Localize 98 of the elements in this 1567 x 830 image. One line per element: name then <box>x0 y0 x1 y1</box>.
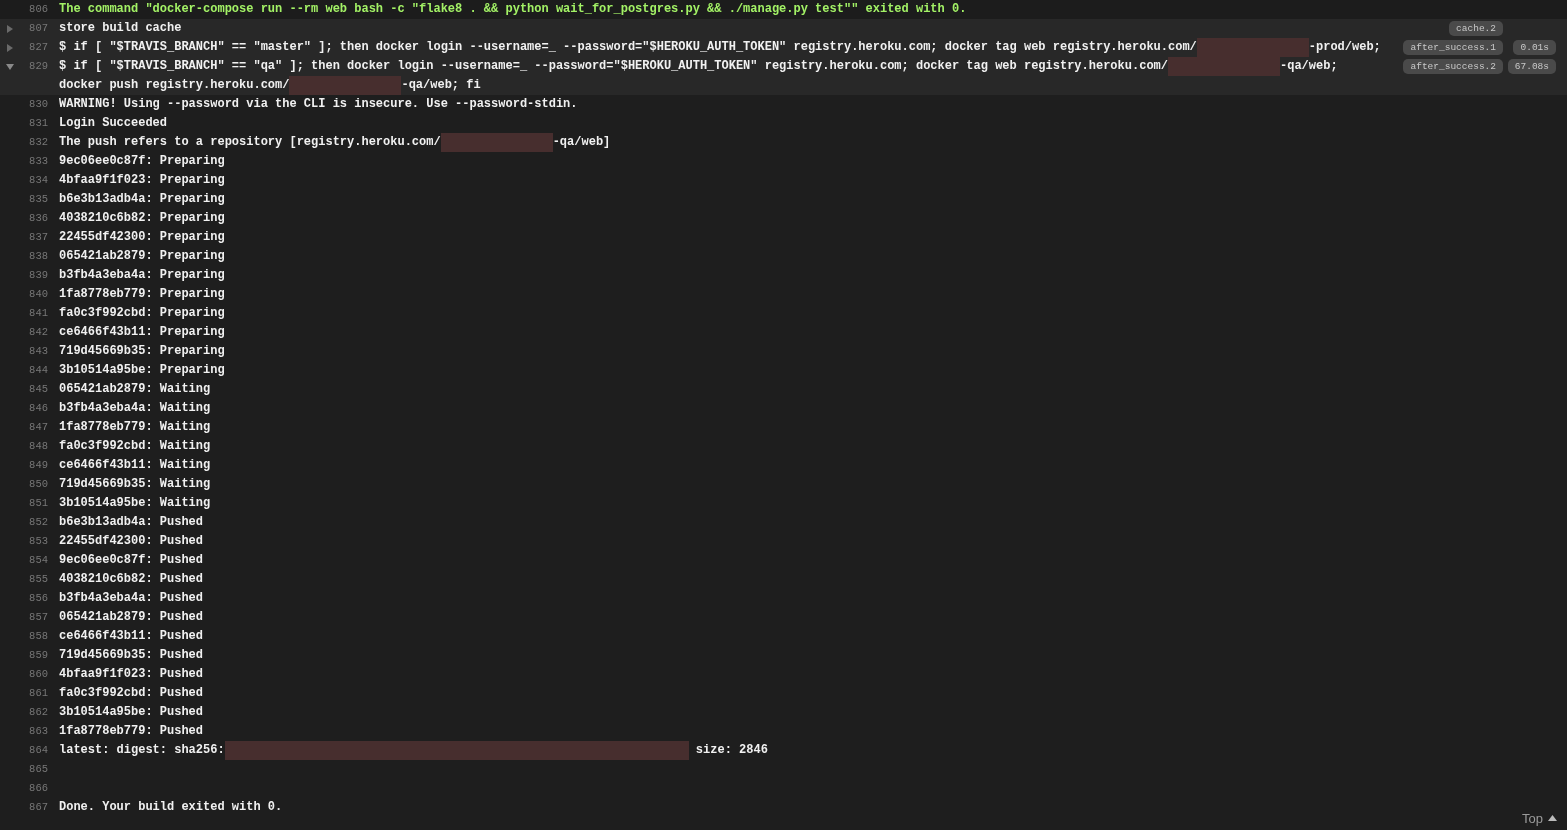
line-number[interactable]: 847 <box>14 418 48 437</box>
log-text: b6e3b13adb4a: Preparing <box>59 192 225 206</box>
stage-tag: after_success.2 <box>1403 59 1503 74</box>
duration-tag: 0.01s <box>1513 40 1556 55</box>
log-text: fa0c3f992cbd: Waiting <box>59 439 211 453</box>
caret-up-icon <box>1548 815 1557 822</box>
log-text: b6e3b13adb4a: Pushed <box>59 515 204 529</box>
log-text: size: 2846 <box>694 743 768 757</box>
line-number[interactable]: 839 <box>14 266 48 285</box>
log-text: fa0c3f992cbd: Preparing <box>59 306 225 320</box>
log-text: ce6466f43b11: Pushed <box>59 629 204 643</box>
stage-tag: after_success.1 <box>1403 40 1503 55</box>
log-text: WARNING! Using --password via the CLI is insecure. Use --password-stdin. <box>59 97 578 111</box>
line-number[interactable]: 861 <box>14 684 48 703</box>
log-text: 22455df42300: Preparing <box>59 230 225 244</box>
line-number[interactable]: 862 <box>14 703 48 722</box>
caret-right-icon[interactable] <box>6 24 14 33</box>
line-number[interactable]: 806 <box>14 0 48 19</box>
log-text: 4038210c6b82: Pushed <box>59 572 204 586</box>
line-number[interactable]: 833 <box>14 152 48 171</box>
caret-down-icon[interactable] <box>6 62 14 71</box>
line-number[interactable]: 842 <box>14 323 48 342</box>
log-text: 3b10514a95be: Pushed <box>59 705 204 719</box>
line-number[interactable]: 807 <box>14 19 48 38</box>
line-number[interactable]: 838 <box>14 247 48 266</box>
log-text: ce6466f43b11: Waiting <box>59 458 211 472</box>
log-text: -qa/web; fi <box>401 78 481 92</box>
log-text: latest: digest: sha256: <box>59 743 225 757</box>
log-text: 065421ab2879: Pushed <box>59 610 204 624</box>
line-number[interactable]: 830 <box>14 95 48 114</box>
line-number[interactable]: 857 <box>14 608 48 627</box>
line-number[interactable]: 867 <box>14 798 48 817</box>
log-text: b3fb4a3eba4a: Waiting <box>59 401 211 415</box>
log-text: The push refers to a repository [registry.heroku.com/ <box>59 135 441 149</box>
line-number[interactable]: 850 <box>14 475 48 494</box>
log-text: 3b10514a95be: Preparing <box>59 363 225 377</box>
log-text: 3b10514a95be: Waiting <box>59 496 211 510</box>
log-text: -qa/web; <box>1280 59 1339 73</box>
log-text: $ if [ "$TRAVIS_BRANCH" == "master" ]; then docker login --username=_ --password="$HEROKU_AUTH_TOKEN" registry.heroku.com; docker tag web registry.heroku.com/ <box>59 40 1197 54</box>
line-number[interactable]: 855 <box>14 570 48 589</box>
log-text: -qa/web] <box>552 135 611 149</box>
log-text: 1fa8778eb779: Waiting <box>59 420 211 434</box>
log-text: docker push registry.heroku.com/ <box>59 78 290 92</box>
top-link[interactable]: Top <box>1522 808 1557 828</box>
log-text: 4bfaa9f1f023: Preparing <box>59 173 225 187</box>
log-text: fa0c3f992cbd: Pushed <box>59 686 204 700</box>
log-text: 719d45669b35: Waiting <box>59 477 211 491</box>
line-number[interactable]: 863 <box>14 722 48 741</box>
line-number[interactable]: 859 <box>14 646 48 665</box>
line-number[interactable]: 840 <box>14 285 48 304</box>
line-number[interactable]: 841 <box>14 304 48 323</box>
line-number[interactable]: 832 <box>14 133 48 152</box>
line-number[interactable]: 849 <box>14 456 48 475</box>
log-text: 065421ab2879: Preparing <box>59 249 225 263</box>
line-number[interactable]: 866 <box>14 779 48 798</box>
log-text: 22455df42300: Pushed <box>59 534 204 548</box>
line-number[interactable]: 836 <box>14 209 48 228</box>
log-text: 1fa8778eb779: Preparing <box>59 287 225 301</box>
line-number[interactable]: 845 <box>14 380 48 399</box>
line-number[interactable]: 852 <box>14 513 48 532</box>
line-number[interactable]: 835 <box>14 190 48 209</box>
line-number[interactable]: 844 <box>14 361 48 380</box>
line-number[interactable]: 829 <box>14 57 48 76</box>
line-number[interactable]: 843 <box>14 342 48 361</box>
line-number[interactable]: 831 <box>14 114 48 133</box>
line-number[interactable]: 856 <box>14 589 48 608</box>
stage-tag: cache.2 <box>1449 21 1503 36</box>
log-text: 9ec06ee0c87f: Preparing <box>59 154 225 168</box>
line-number[interactable]: 846 <box>14 399 48 418</box>
log-text: 4bfaa9f1f023: Pushed <box>59 667 204 681</box>
log-text: 719d45669b35: Preparing <box>59 344 225 358</box>
log-text: 719d45669b35: Pushed <box>59 648 204 662</box>
line-number[interactable]: 853 <box>14 532 48 551</box>
line-number[interactable]: 827 <box>14 38 48 57</box>
log-text: 065421ab2879: Waiting <box>59 382 211 396</box>
line-number[interactable]: 864 <box>14 741 48 760</box>
log-text: 4038210c6b82: Preparing <box>59 211 225 225</box>
log-text: store build cache <box>59 21 182 35</box>
line-number[interactable]: 851 <box>14 494 48 513</box>
log-text: $ if [ "$TRAVIS_BRANCH" == "qa" ]; then docker login --username=_ --password="$HEROKU_AUTH_TOKEN" registry.heroku.com; docker tag web registry.heroku.com/ <box>59 59 1168 73</box>
caret-right-icon[interactable] <box>6 43 14 52</box>
log-text: Login Succeeded <box>59 116 168 130</box>
line-number[interactable]: 858 <box>14 627 48 646</box>
log-text: 1fa8778eb779: Pushed <box>59 724 204 738</box>
line-number[interactable]: 865 <box>14 760 48 779</box>
log-text: ce6466f43b11: Preparing <box>59 325 225 339</box>
duration-tag: 67.08s <box>1507 59 1556 74</box>
log-text: The command "docker-compose run --rm web bash -c "flake8 . && python wait_for_postgres.py && ./manage.py test"" exited with 0. <box>59 2 967 16</box>
log-text: b3fb4a3eba4a: Preparing <box>59 268 225 282</box>
log-text: -prod/web; <box>1308 40 1381 54</box>
line-number[interactable]: 848 <box>14 437 48 456</box>
line-number[interactable]: 860 <box>14 665 48 684</box>
line-number[interactable]: 837 <box>14 228 48 247</box>
log-text: Done. Your build exited with 0. <box>59 800 283 814</box>
line-number[interactable]: 854 <box>14 551 48 570</box>
log-text: 9ec06ee0c87f: Pushed <box>59 553 204 567</box>
log-text: b3fb4a3eba4a: Pushed <box>59 591 204 605</box>
line-number[interactable]: 834 <box>14 171 48 190</box>
